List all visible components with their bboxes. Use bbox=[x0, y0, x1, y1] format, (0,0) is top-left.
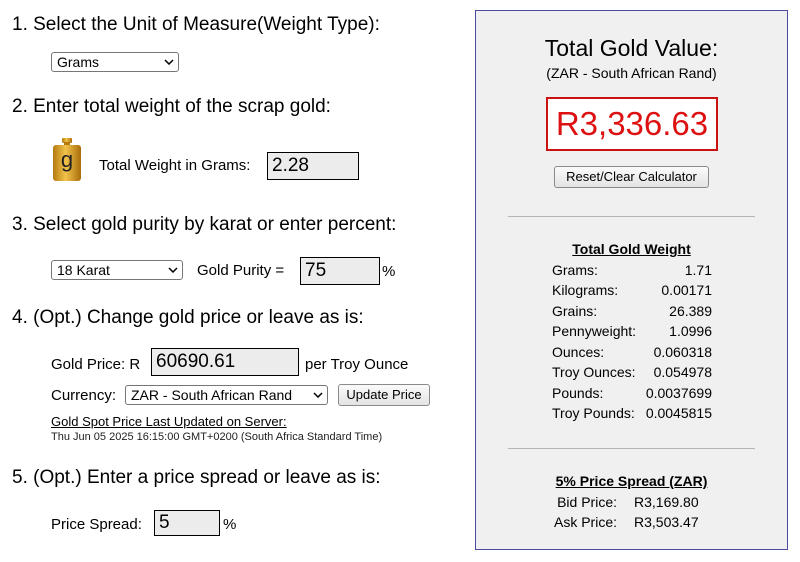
step-3-heading: 3. Select gold purity by karat or enter … bbox=[12, 214, 397, 235]
purity-percent-sign: % bbox=[382, 263, 396, 280]
karat-select[interactable]: 18 Karat bbox=[51, 260, 183, 280]
weight-unit: Troy Ounces: bbox=[552, 364, 636, 380]
weight-unit: Kilograms: bbox=[552, 282, 619, 298]
purity-input[interactable]: 75 bbox=[300, 257, 380, 285]
weight-value: 0.054978 bbox=[653, 364, 712, 380]
currency-label: Currency: bbox=[51, 387, 117, 404]
ask-price-row: Ask Price: R3,503.47 bbox=[476, 512, 787, 532]
weight-row-kilograms: Kilograms: 0.00171 bbox=[552, 280, 712, 300]
total-value-display: R3,336.63 bbox=[546, 97, 718, 151]
currency-select-value: ZAR - South African Rand bbox=[131, 387, 293, 403]
bid-price-row: Bid Price: R3,169.80 bbox=[476, 492, 787, 512]
weight-value: 0.060318 bbox=[653, 344, 712, 360]
unit-select-value: Grams bbox=[57, 54, 99, 70]
gold-price-input[interactable]: 60690.61 bbox=[151, 348, 299, 376]
weight-row-grains: Grains: 26.389 bbox=[552, 301, 712, 321]
weight-row-grams: Grams: 1.71 bbox=[552, 260, 712, 280]
price-spread-input[interactable]: 5 bbox=[154, 510, 220, 536]
weight-value: 1.0996 bbox=[669, 323, 712, 339]
update-price-button[interactable]: Update Price bbox=[338, 384, 430, 406]
weight-unit: Troy Pounds: bbox=[552, 405, 635, 421]
weight-input[interactable]: 2.28 bbox=[267, 152, 359, 180]
weight-row-pennyweight: Pennyweight: 1.0996 bbox=[552, 321, 712, 341]
divider bbox=[508, 448, 755, 449]
weight-value: 0.0045815 bbox=[645, 405, 712, 421]
chevron-down-icon bbox=[168, 267, 178, 273]
step-2-heading: 2. Enter total weight of the scrap gold: bbox=[12, 96, 331, 117]
purity-label: Gold Purity = bbox=[197, 262, 285, 279]
bid-price-label: Bid Price: bbox=[557, 494, 617, 510]
last-updated-label: Gold Spot Price Last Updated on Server: bbox=[51, 414, 287, 429]
result-panel: Total Gold Value: (ZAR - South African R… bbox=[475, 10, 788, 550]
weight-row-pounds: Pounds: 0.0037699 bbox=[552, 383, 712, 403]
total-gold-value-title: Total Gold Value: bbox=[544, 35, 719, 61]
price-spread-heading: 5% Price Spread (ZAR) bbox=[555, 473, 708, 489]
total-gold-weight-heading: Total Gold Weight bbox=[572, 241, 691, 257]
ask-price-value: R3,503.47 bbox=[634, 514, 699, 530]
step-5-heading: 5. (Opt.) Enter a price spread or leave … bbox=[12, 467, 381, 488]
karat-select-value: 18 Karat bbox=[57, 262, 110, 278]
currency-subtitle: (ZAR - South African Rand) bbox=[546, 65, 717, 81]
unit-select[interactable]: Grams bbox=[51, 52, 179, 72]
chevron-down-icon bbox=[164, 59, 174, 65]
weight-unit: Pennyweight: bbox=[552, 323, 637, 339]
weight-row-ounces: Ounces: 0.060318 bbox=[552, 342, 712, 362]
gram-weight-icon-letter: g bbox=[60, 147, 74, 172]
last-updated-value: Thu Jun 05 2025 16:15:00 GMT+0200 (South… bbox=[51, 431, 383, 443]
gold-price-label: Gold Price: R bbox=[51, 356, 141, 373]
weight-row-troy-ounces: Troy Ounces: 0.054978 bbox=[552, 362, 712, 382]
price-spread-label: Price Spread: bbox=[51, 516, 142, 533]
spread-percent-sign: % bbox=[223, 516, 237, 533]
chevron-down-icon bbox=[313, 392, 323, 398]
step-1-heading: 1. Select the Unit of Measure(Weight Typ… bbox=[12, 14, 380, 35]
divider bbox=[508, 216, 755, 217]
weight-unit: Ounces: bbox=[552, 344, 605, 360]
weight-value: 26.389 bbox=[669, 303, 712, 319]
weight-value: 0.00171 bbox=[661, 282, 712, 298]
weight-label: Total Weight in Grams: bbox=[99, 157, 251, 174]
weight-unit: Grains: bbox=[552, 303, 598, 319]
weight-value: 0.0037699 bbox=[645, 385, 712, 401]
price-unit-label: per Troy Ounce bbox=[305, 356, 409, 373]
step-4-heading: 4. (Opt.) Change gold price or leave as … bbox=[12, 307, 364, 328]
bid-price-value: R3,169.80 bbox=[634, 494, 699, 510]
currency-select[interactable]: ZAR - South African Rand bbox=[125, 385, 328, 405]
weight-unit: Pounds: bbox=[552, 385, 604, 401]
weight-row-troy-pounds: Troy Pounds: 0.0045815 bbox=[552, 403, 712, 423]
weight-unit: Grams: bbox=[552, 262, 598, 278]
gram-weight-icon: g bbox=[52, 138, 82, 182]
weight-value: 1.71 bbox=[684, 262, 712, 278]
ask-price-label: Ask Price: bbox=[553, 514, 617, 530]
reset-calculator-button[interactable]: Reset/Clear Calculator bbox=[554, 166, 709, 188]
